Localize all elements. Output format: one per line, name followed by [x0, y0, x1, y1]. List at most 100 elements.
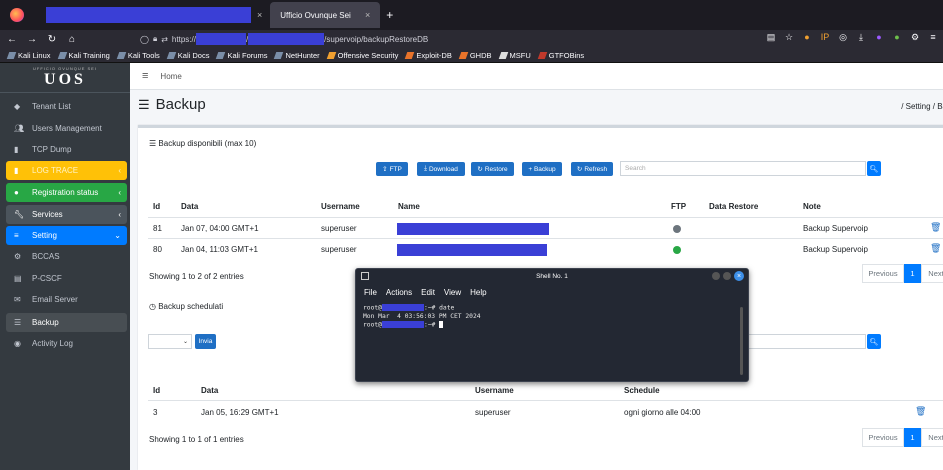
row-note[interactable]: Backup Supervoip: [803, 224, 868, 233]
sidebar-item-setting[interactable]: ≡ Setting ⌄: [6, 226, 127, 245]
menu-help[interactable]: Help: [470, 288, 486, 297]
row-username[interactable]: superuser: [321, 245, 357, 254]
sidebar-item-activity-log[interactable]: ◉ Activity Log: [6, 334, 127, 353]
page-1-button[interactable]: 1: [904, 428, 921, 447]
invia-button[interactable]: Invia: [195, 334, 216, 349]
app-logo[interactable]: UFFICIO OVUNQUE SEI UOS: [0, 63, 130, 93]
download-icon[interactable]: ⤓: [855, 32, 867, 43]
bookmark-kali-linux[interactable]: Kali Linux: [6, 51, 51, 60]
maximize-icon[interactable]: [723, 272, 731, 280]
redacted-name[interactable]: [397, 223, 549, 235]
reader-icon[interactable]: ▤: [765, 32, 777, 43]
row-id[interactable]: 81: [153, 224, 162, 233]
sidebar-item-pcscf[interactable]: ▤ P-CSCF: [6, 269, 127, 288]
menu-icon[interactable]: ≡: [927, 32, 939, 43]
redacted-tab[interactable]: [46, 7, 251, 23]
sidebar-item-log-trace[interactable]: ▮ LOG TRACE ‹: [6, 161, 127, 180]
addon3-icon[interactable]: ⚙: [909, 32, 921, 43]
terminal-window[interactable]: Shell No. 1 × File Actions Edit View Hel…: [355, 268, 749, 382]
forward-icon[interactable]: →: [24, 34, 40, 45]
bookmark-kali-training[interactable]: Kali Training: [57, 51, 110, 60]
search-input[interactable]: Search: [620, 161, 866, 176]
row-id[interactable]: 80: [153, 245, 162, 254]
restore-button[interactable]: ↻ Restore: [471, 162, 514, 176]
col-data[interactable]: Data: [181, 202, 198, 211]
terminal-titlebar[interactable]: Shell No. 1 ×: [356, 269, 748, 283]
row-username[interactable]: superuser: [321, 224, 357, 233]
star-icon[interactable]: ☆: [783, 32, 795, 43]
minimize-icon[interactable]: [712, 272, 720, 280]
col-username[interactable]: Username: [321, 202, 360, 211]
sidebar-item-backup[interactable]: ☰ Backup: [6, 313, 127, 332]
bookmark-kali-docs[interactable]: Kali Docs: [166, 51, 209, 60]
pocket-icon[interactable]: ◎: [837, 32, 849, 43]
col-id[interactable]: Id: [153, 202, 160, 211]
extension-icon[interactable]: ●: [801, 32, 813, 43]
new-tab-button[interactable]: +: [386, 8, 393, 22]
close-tab-icon[interactable]: ×: [365, 10, 370, 20]
url-bar[interactable]: ◯ 🔒︎ ⇄ https:// / /supervoip/backupResto…: [140, 31, 780, 47]
bookmark-nethunter[interactable]: NetHunter: [274, 51, 320, 60]
trash-icon[interactable]: 🗑︎: [930, 243, 941, 254]
next-button[interactable]: Next: [921, 428, 943, 447]
bookmark-msfu[interactable]: MSFU: [498, 51, 531, 60]
sidebar-item-tcp-dump[interactable]: ▮ TCP Dump: [6, 140, 127, 159]
home-icon[interactable]: ⌂: [64, 34, 80, 45]
sidebar-item-tenant-list[interactable]: ◆ Tenant List: [6, 97, 127, 116]
menu-actions[interactable]: Actions: [386, 288, 412, 297]
bookmark-exploitdb[interactable]: Exploit-DB: [405, 51, 452, 60]
reload-icon[interactable]: ↻: [44, 34, 60, 45]
schedule-search-button[interactable]: 🔍︎: [867, 334, 881, 349]
menu-view[interactable]: View: [444, 288, 461, 297]
refresh-button[interactable]: ↻ Refresh: [571, 162, 613, 176]
row-data[interactable]: Jan 07, 04:00 GMT+1: [181, 224, 259, 233]
row-username[interactable]: superuser: [475, 408, 511, 417]
schedule-search-input[interactable]: [748, 334, 866, 349]
hamburger-icon[interactable]: ≡: [142, 70, 148, 82]
col-data[interactable]: Data: [201, 386, 218, 395]
ftp-button[interactable]: ⇪ FTP: [376, 162, 408, 176]
col-data-restore[interactable]: Data Restore: [709, 202, 758, 211]
close-tab-icon[interactable]: ×: [257, 10, 262, 20]
breadcrumb[interactable]: / Setting / Ba: [901, 102, 943, 111]
download-button[interactable]: ⤓ Download: [417, 162, 465, 176]
close-icon[interactable]: ×: [734, 271, 744, 281]
active-tab[interactable]: Ufficio Ovunque Sei ×: [270, 2, 381, 28]
home-link[interactable]: Home: [160, 72, 181, 81]
row-id[interactable]: 3: [153, 408, 157, 417]
ip-icon[interactable]: IP: [819, 32, 831, 43]
sidebar-item-email-server[interactable]: ✉ Email Server: [6, 290, 127, 309]
col-ftp[interactable]: FTP: [671, 202, 686, 211]
previous-button[interactable]: Previous: [862, 264, 904, 283]
trash-icon[interactable]: 🗑︎: [915, 406, 926, 417]
schedule-select[interactable]: ⌄: [148, 334, 192, 349]
previous-button[interactable]: Previous: [862, 428, 904, 447]
redacted-name[interactable]: [397, 244, 547, 256]
page-1-button[interactable]: 1: [904, 264, 921, 283]
trash-icon[interactable]: 🗑︎: [930, 222, 941, 233]
addon2-icon[interactable]: ●: [891, 32, 903, 43]
back-icon[interactable]: ←: [4, 34, 20, 45]
col-name[interactable]: Name: [398, 202, 420, 211]
col-note[interactable]: Note: [803, 202, 821, 211]
col-schedule[interactable]: Schedule: [624, 386, 660, 395]
row-note[interactable]: Backup Supervoip: [803, 245, 868, 254]
search-button[interactable]: 🔍︎: [867, 161, 881, 176]
terminal-output[interactable]: root@:~# date Mon Mar 4 03:56:03 PM CET …: [356, 304, 748, 329]
scrollbar[interactable]: [740, 307, 743, 375]
add-backup-button[interactable]: + Backup: [522, 162, 562, 176]
bookmark-kali-forums[interactable]: Kali Forums: [216, 51, 267, 60]
bookmark-gtfobins[interactable]: GTFOBins: [537, 51, 584, 60]
col-username[interactable]: Username: [475, 386, 514, 395]
bookmark-ghdb[interactable]: GHDB: [458, 51, 492, 60]
addon-icon[interactable]: ●: [873, 32, 885, 43]
col-id[interactable]: Id: [153, 386, 160, 395]
row-data[interactable]: Jan 05, 16:29 GMT+1: [201, 408, 279, 417]
next-button[interactable]: Next: [921, 264, 943, 283]
sidebar-item-bccas[interactable]: ⚙ BCCAS: [6, 247, 127, 266]
sidebar-item-services[interactable]: 🔧︎ Services ‹: [6, 205, 127, 224]
bookmark-offsec[interactable]: Offensive Security: [326, 51, 398, 60]
row-schedule[interactable]: ogni giorno alle 04:00: [624, 408, 701, 417]
bookmark-kali-tools[interactable]: Kali Tools: [116, 51, 160, 60]
row-data[interactable]: Jan 04, 11:03 GMT+1: [181, 245, 258, 254]
